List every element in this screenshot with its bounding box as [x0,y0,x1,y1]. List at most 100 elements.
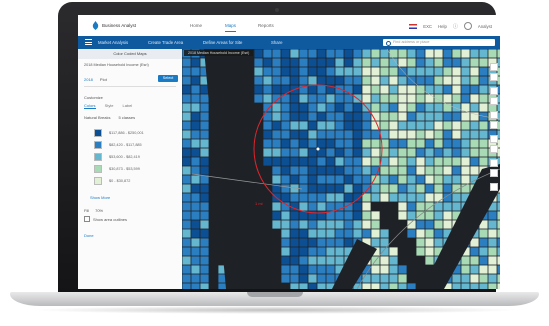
tab-create-trade-area[interactable]: Create Trade Area [148,40,183,45]
map-block [272,49,281,58]
map-block [182,103,191,112]
map-block [398,265,407,274]
map-block [443,220,452,229]
map-block [353,49,362,58]
map-block [344,193,353,202]
hamburger-menu-icon[interactable] [85,39,92,45]
locate-button[interactable] [490,97,498,105]
customize-heading[interactable]: Customize [84,95,103,100]
share-map-button[interactable] [490,169,498,177]
export-link[interactable]: EXC [423,24,432,29]
choropleth-map[interactable]: 1 mi [182,49,500,289]
tab-year[interactable]: 2018 [84,77,93,82]
basemap-button[interactable] [490,121,498,129]
legend-swatch[interactable] [94,129,102,137]
breaks-select[interactable]: Natural Breaks [84,115,110,120]
zoom-in-button[interactable] [490,63,498,71]
map-block [308,49,317,58]
map-block [335,220,344,229]
map-block [362,175,371,184]
nav-reports[interactable]: Reports [258,23,274,28]
tab-colors[interactable]: Colors [84,103,96,109]
show-more-link[interactable]: Show More [90,195,110,200]
done-link[interactable]: Done [84,233,94,238]
search-input[interactable]: Find address or place [383,39,495,46]
map-block [191,265,200,274]
map-block [389,283,398,289]
tab-label[interactable]: Label [122,103,132,109]
measure-button[interactable] [490,145,498,153]
map-block [488,274,497,283]
map-block [434,193,443,202]
map-block [461,49,470,58]
map-block [479,265,488,274]
map-block [461,166,470,175]
map-block [479,112,488,121]
map-block [425,139,434,148]
map-block [308,175,317,184]
map-block [299,274,308,283]
map-block [407,166,416,175]
select-button[interactable]: Select [158,75,178,82]
map-block [389,256,398,265]
map-block [479,256,488,265]
map-block [317,85,326,94]
map-block [335,130,344,139]
map-block [290,283,299,289]
map-block [317,229,326,238]
map-block [461,157,470,166]
map-block [425,67,434,76]
layers-button[interactable] [490,111,498,119]
map-block [416,202,425,211]
tab-define-areas[interactable]: Define Areas for Site [203,40,242,45]
map-block [308,121,317,130]
legend-swatch[interactable] [94,165,102,173]
map-block [371,229,380,238]
map-block [371,139,380,148]
variable-name[interactable]: 2018 Median Household Income (Esri) [84,63,149,67]
map-block [371,184,380,193]
map-block [479,229,488,238]
map-view[interactable]: 1 mi 2018 Median Household Income (Esri) [182,49,500,289]
map-block [407,139,416,148]
map-block [308,76,317,85]
settings-button[interactable] [490,183,498,191]
map-block [182,283,191,289]
map-block [470,76,479,85]
help-link[interactable]: Help [438,24,447,29]
map-block [362,58,371,67]
outline-checkbox[interactable] [84,216,90,222]
map-block [497,238,500,247]
map-block [263,130,272,139]
map-block [308,166,317,175]
map-block [398,121,407,130]
home-button[interactable] [490,87,498,95]
legend-swatch[interactable] [94,153,102,161]
map-block [434,220,443,229]
tab-share[interactable]: Share [271,40,282,45]
info-icon[interactable]: ⓘ [453,23,458,30]
legend-button[interactable] [490,135,498,143]
flag-icon[interactable] [409,23,418,29]
tab-plot[interactable]: Plot [100,77,107,82]
avatar[interactable] [463,22,472,30]
map-block [290,121,299,130]
map-block [416,112,425,121]
user-name[interactable]: Analyst [478,24,492,29]
map-block [272,130,281,139]
classes-select[interactable]: 5 classes [118,115,135,120]
tab-market-analysis[interactable]: Market Analysis [98,40,128,45]
map-block [281,211,290,220]
nav-home[interactable]: Home [190,23,202,28]
map-block [326,121,335,130]
map-block [326,166,335,175]
map-block [434,67,443,76]
fill-value[interactable]: 70% [95,208,103,213]
nav-maps[interactable]: Maps [225,23,237,32]
map-block [443,58,452,67]
tab-style[interactable]: Style [105,103,114,109]
print-button[interactable] [490,159,498,167]
legend-swatch[interactable] [94,177,102,185]
legend-swatch[interactable] [94,141,102,149]
zoom-out-button[interactable] [490,73,498,81]
